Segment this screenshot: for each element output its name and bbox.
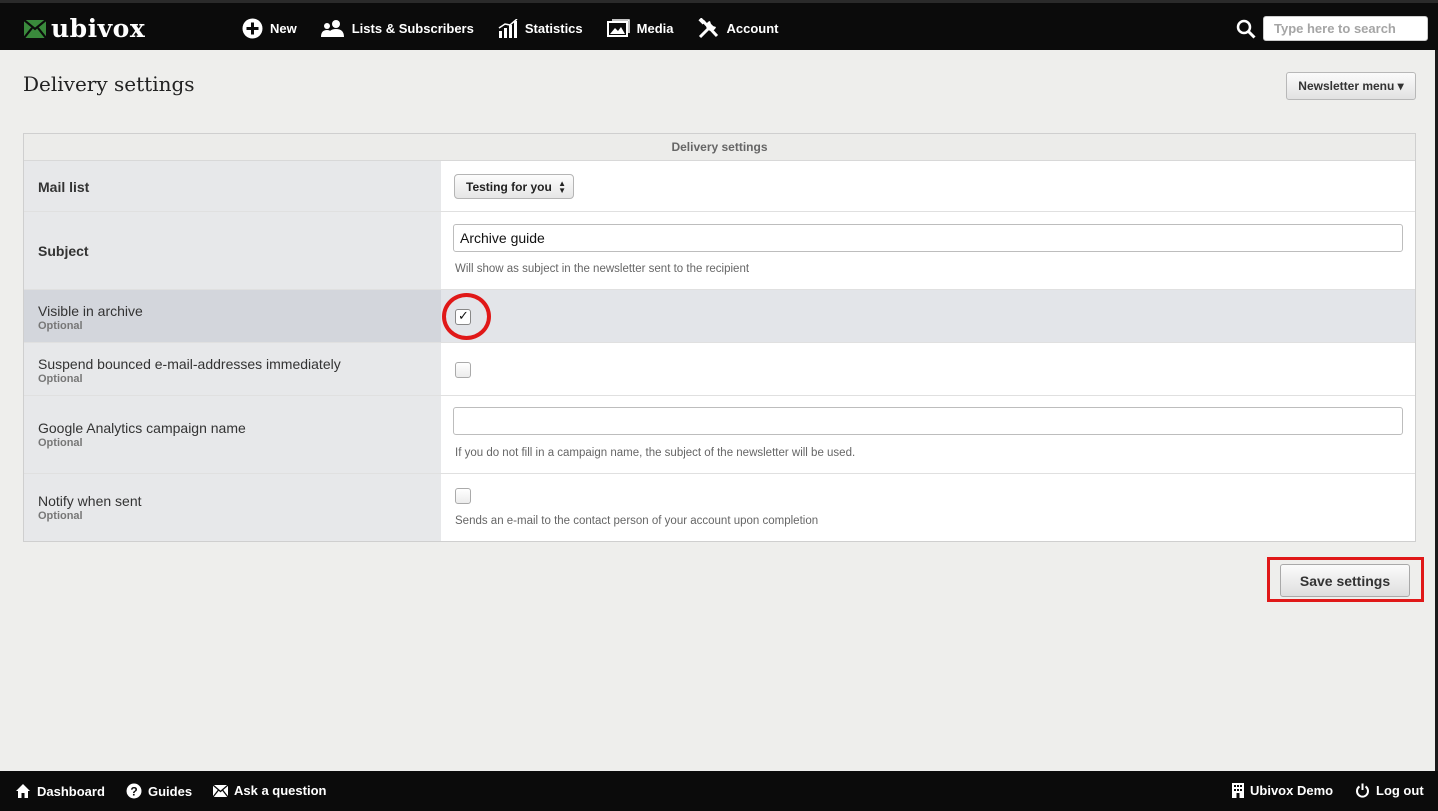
logo-text: ubivox [51, 14, 146, 43]
row-visible-in-archive: Visible in archive Optional ✓ [24, 290, 1415, 343]
row-value-cell: Sends an e-mail to the contact person of… [441, 474, 1415, 541]
nav-new-label: New [270, 20, 297, 36]
footer-logout-label: Log out [1376, 783, 1424, 798]
optional-label: Optional [38, 437, 83, 449]
row-label-cell: Google Analytics campaign name Optional [24, 396, 441, 473]
row-label-cell: Visible in archive Optional [24, 290, 441, 342]
delivery-settings-panel: Delivery settings Mail list Testing for … [23, 133, 1416, 542]
panel-header: Delivery settings [24, 134, 1415, 161]
home-icon [16, 784, 30, 798]
suspend-bounced-checkbox[interactable] [455, 362, 471, 378]
nav-lists-subscribers[interactable]: Lists & Subscribers [320, 16, 474, 40]
footer-logout[interactable]: Log out [1355, 783, 1424, 798]
row-value-cell: ✓ [441, 290, 1415, 342]
subject-label: Subject [38, 243, 89, 259]
notify-sent-hint: Sends an e-mail to the contact person of… [455, 515, 819, 527]
page-title: Delivery settings [23, 72, 195, 96]
notify-sent-checkbox[interactable] [455, 488, 471, 504]
envelope-logo-icon [24, 20, 46, 38]
row-label-cell: Subject [24, 212, 441, 289]
newsletter-menu-button[interactable]: Newsletter menu ▾ [1286, 72, 1416, 100]
footer-dashboard[interactable]: Dashboard [15, 783, 105, 799]
mail-list-select[interactable]: Testing for you ▲ ▼ [454, 174, 574, 199]
nav-media[interactable]: Media [606, 16, 674, 40]
nav-new[interactable]: New [242, 16, 297, 40]
power-icon [1356, 783, 1369, 798]
main-nav: New Lists & Subscribers Statistics Media… [242, 16, 803, 40]
footer-guides[interactable]: ? Guides [126, 783, 192, 799]
footer-bar: Dashboard ? Guides Ask a question Ubivox… [0, 771, 1438, 811]
row-label-cell: Suspend bounced e-mail-addresses immedia… [24, 343, 441, 395]
top-navigation-bar: ubivox New Lists & Subscribers Statistic… [0, 0, 1438, 50]
visible-archive-label: Visible in archive [38, 303, 143, 319]
mail-list-selected: Testing for you [466, 179, 552, 194]
plus-circle-icon [242, 18, 263, 38]
row-value-cell [441, 343, 1415, 395]
footer-dashboard-label: Dashboard [37, 783, 105, 799]
nav-media-label: Media [636, 20, 674, 36]
nav-statistics[interactable]: Statistics [498, 16, 583, 40]
logo[interactable]: ubivox [24, 16, 145, 42]
row-label-cell: Mail list [24, 161, 441, 211]
row-value-cell: Will show as subject in the newsletter s… [441, 212, 1415, 289]
save-settings-button[interactable]: Save settings [1280, 564, 1410, 597]
highlight-circle-annotation [442, 293, 491, 340]
select-arrows-icon: ▲ ▼ [558, 179, 566, 195]
search-input[interactable] [1263, 16, 1428, 41]
footer-account-name[interactable]: Ubivox Demo [1232, 783, 1333, 798]
nav-account-label: Account [726, 20, 779, 36]
footer-account-label: Ubivox Demo [1250, 783, 1334, 798]
image-icon [606, 18, 630, 37]
building-icon [1232, 783, 1244, 798]
nav-account[interactable]: Account [697, 16, 779, 40]
svg-text:?: ? [130, 785, 137, 799]
mail-list-label: Mail list [38, 179, 90, 195]
row-subject: Subject Will show as subject in the news… [24, 212, 1415, 290]
optional-label: Optional [38, 510, 83, 522]
subject-hint: Will show as subject in the newsletter s… [455, 263, 750, 275]
search-icon[interactable] [1236, 19, 1256, 39]
row-ga-campaign: Google Analytics campaign name Optional … [24, 396, 1415, 474]
bar-chart-icon [498, 18, 518, 38]
optional-label: Optional [38, 373, 83, 385]
footer-guides-label: Guides [148, 783, 193, 799]
notify-sent-label: Notify when sent [38, 493, 142, 509]
users-icon [320, 20, 344, 37]
row-notify-when-sent: Notify when sent Optional Sends an e-mai… [24, 474, 1415, 541]
footer-ask-label: Ask a question [234, 783, 327, 798]
ga-campaign-label: Google Analytics campaign name [38, 420, 246, 436]
help-icon: ? [126, 783, 142, 799]
tools-icon [697, 17, 718, 38]
suspend-bounced-label: Suspend bounced e-mail-addresses immedia… [38, 356, 341, 372]
nav-lists-label: Lists & Subscribers [351, 20, 474, 36]
row-value-cell: If you do not fill in a campaign name, t… [441, 396, 1415, 473]
row-suspend-bounced: Suspend bounced e-mail-addresses immedia… [24, 343, 1415, 396]
ga-campaign-input[interactable] [453, 407, 1403, 435]
ga-campaign-hint: If you do not fill in a campaign name, t… [455, 447, 856, 459]
mail-icon [213, 784, 228, 797]
row-value-cell: Testing for you ▲ ▼ [441, 161, 1415, 211]
nav-statistics-label: Statistics [524, 20, 583, 36]
subject-input[interactable] [453, 224, 1403, 252]
row-label-cell: Notify when sent Optional [24, 474, 441, 541]
optional-label: Optional [38, 320, 83, 332]
footer-ask-question[interactable]: Ask a question [213, 783, 326, 798]
row-mail-list: Mail list Testing for you ▲ ▼ [24, 161, 1415, 212]
